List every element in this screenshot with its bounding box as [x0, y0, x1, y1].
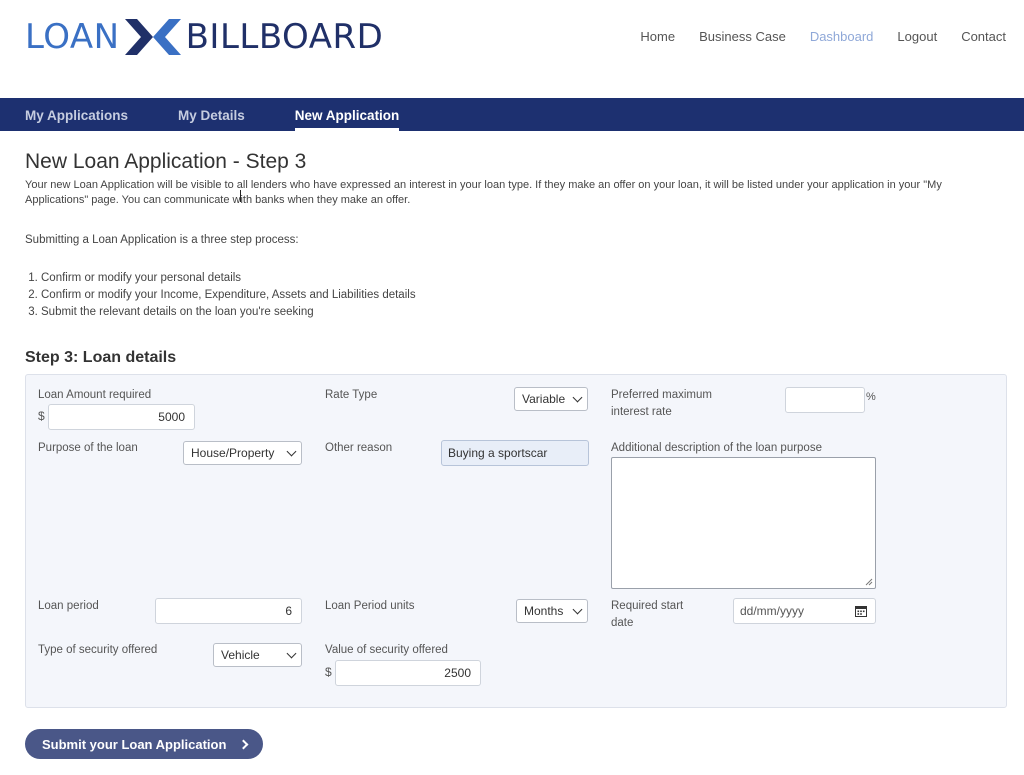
purpose-select[interactable]: House/Property — [183, 441, 302, 465]
chevron-down-icon — [286, 648, 297, 658]
page-content: New Loan Application - Step 3 Your new L… — [25, 148, 1005, 367]
process-text: Submitting a Loan Application is a three… — [25, 234, 299, 246]
nav-logout[interactable]: Logout — [897, 29, 937, 44]
loan-period-label: Loan period — [38, 600, 99, 612]
chevrons-logo-icon — [124, 19, 181, 55]
period-units-select[interactable]: Months — [516, 599, 588, 623]
submit-button[interactable]: Submit your Loan Application — [25, 729, 263, 759]
security-value-currency: $ — [325, 665, 332, 679]
max-rate-input[interactable] — [785, 387, 865, 413]
max-rate-label: Preferred maximum interest rate — [611, 387, 712, 421]
page-title: New Loan Application - Step 3 — [25, 150, 307, 173]
security-type-select[interactable]: Vehicle — [213, 643, 302, 667]
start-date-label-line1: Required start — [611, 600, 684, 612]
loan-period-input[interactable]: 6 — [155, 598, 302, 624]
security-type-value: Vehicle — [221, 648, 260, 662]
rate-type-select[interactable]: Variable — [514, 387, 588, 411]
nav-business-case[interactable]: Business Case — [699, 29, 786, 44]
loan-amount-input[interactable]: 5000 — [48, 404, 195, 430]
purpose-value: House/Property — [191, 446, 275, 460]
loan-details-form: Loan Amount required $ 5000 Rate Type Va… — [25, 374, 1007, 708]
description-label: Additional description of the loan purpo… — [611, 442, 822, 454]
max-rate-label-line1: Preferred maximum — [611, 389, 712, 401]
nav-dashboard[interactable]: Dashboard — [810, 29, 874, 44]
top-navigation: Home Business Case Dashboard Logout Cont… — [616, 29, 1006, 44]
rate-type-label: Rate Type — [325, 389, 378, 401]
loan-amount-label: Loan Amount required — [38, 389, 152, 401]
chevron-down-icon — [572, 392, 583, 402]
security-type-label: Type of security offered — [38, 644, 158, 656]
list-item: Confirm or modify your personal details — [41, 270, 1005, 287]
tab-my-applications[interactable]: My Applications — [25, 98, 128, 131]
intro-text: Your new Loan Application will be visibl… — [25, 179, 942, 206]
section-title: Step 3: Loan details — [25, 349, 177, 366]
rate-type-value: Variable — [522, 392, 566, 406]
steps-list: Confirm or modify your personal details … — [25, 270, 1005, 321]
purpose-label: Purpose of the loan — [38, 442, 138, 454]
brand-logo-right: BILLBOARD — [185, 17, 384, 57]
tab-new-application[interactable]: New Application — [294, 98, 400, 131]
chevron-down-icon — [572, 604, 583, 614]
text-cursor-icon — [240, 190, 242, 202]
calendar-icon[interactable] — [855, 605, 867, 617]
resize-grip-icon[interactable] — [865, 578, 873, 586]
tab-my-details[interactable]: My Details — [178, 98, 245, 131]
nav-home[interactable]: Home — [640, 29, 675, 44]
chevron-down-icon — [286, 446, 297, 456]
start-date-label-line2: date — [611, 617, 634, 629]
security-value-input[interactable]: 2500 — [335, 660, 481, 686]
submit-label: Submit your Loan Application — [42, 736, 227, 752]
other-reason-input[interactable]: Buying a sportscar — [441, 440, 589, 466]
list-item: Confirm or modify your Income, Expenditu… — [41, 287, 1005, 304]
brand-logo-left: LOAN — [25, 17, 120, 57]
chevron-right-icon — [238, 739, 249, 749]
security-value-label: Value of security offered — [325, 644, 448, 656]
period-units-label: Loan Period units — [325, 600, 415, 612]
start-date-placeholder: dd/mm/yyyy — [740, 604, 805, 618]
list-item: Submit the relevant details on the loan … — [41, 304, 1005, 321]
loan-amount-currency: $ — [38, 409, 45, 423]
other-reason-label: Other reason — [325, 442, 393, 454]
brand-logo[interactable]: LOAN BILLBOARD — [25, 16, 383, 58]
nav-contact[interactable]: Contact — [961, 29, 1006, 44]
start-date-input[interactable]: dd/mm/yyyy — [733, 598, 876, 624]
period-units-value: Months — [524, 604, 564, 618]
start-date-label: Required start date — [611, 598, 683, 632]
percent-suffix: % — [866, 391, 876, 403]
description-textarea[interactable] — [611, 457, 876, 589]
max-rate-label-line2: interest rate — [611, 406, 672, 418]
tab-bar: My Applications My Details New Applicati… — [0, 98, 1024, 131]
